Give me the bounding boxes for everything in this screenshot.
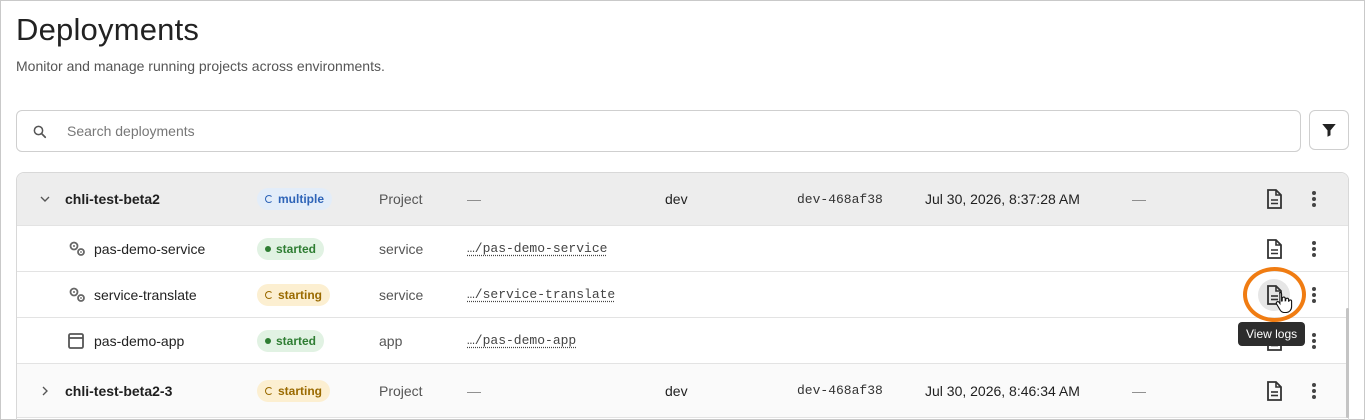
table-row[interactable]: service-translate starting service …/ser… <box>17 272 1348 318</box>
filter-icon <box>1322 124 1336 137</box>
deployment-id: dev-468af38 <box>797 383 883 398</box>
service-name[interactable]: pas-demo-service <box>94 226 205 271</box>
path-link[interactable]: …/pas-demo-app <box>467 318 576 363</box>
search-box[interactable] <box>16 110 1301 152</box>
env-value: dev <box>665 382 688 399</box>
table-row[interactable]: pas-demo-service started service …/pas-d… <box>17 226 1348 272</box>
path-link[interactable]: …/service-translate <box>467 272 615 317</box>
status-badge: starting <box>257 283 331 306</box>
scrollbar[interactable] <box>1346 308 1349 418</box>
page-title: Deployments <box>16 12 200 47</box>
deployment-id: dev-468af38 <box>797 191 883 207</box>
gears-icon <box>69 241 85 256</box>
gears-icon <box>69 287 85 302</box>
more-vertical-icon <box>1312 191 1316 207</box>
more-actions-button[interactable] <box>1302 375 1326 407</box>
timestamp: Jul 30, 2026, 8:37:28 AM <box>925 191 1080 207</box>
hand-cursor-icon <box>1275 291 1293 313</box>
more-actions-button[interactable] <box>1302 183 1326 215</box>
app-name[interactable]: pas-demo-app <box>94 318 184 363</box>
extra-value: — <box>1132 382 1146 399</box>
chevron-right-icon <box>42 386 48 395</box>
more-actions-button[interactable] <box>1302 325 1326 357</box>
service-name[interactable]: service-translate <box>94 272 197 317</box>
search-icon <box>33 125 47 139</box>
expand-toggle[interactable] <box>37 364 53 417</box>
chevron-down-icon <box>40 196 50 202</box>
filter-button[interactable] <box>1309 110 1349 150</box>
view-logs-button[interactable] <box>1258 233 1290 265</box>
status-dot-icon <box>265 245 271 252</box>
type-label: app <box>379 332 403 349</box>
view-logs-button[interactable] <box>1258 183 1290 215</box>
more-vertical-icon <box>1312 333 1316 349</box>
more-vertical-icon <box>1312 241 1316 257</box>
deployments-table: chli-test-beta2 multiple Project — dev d… <box>16 172 1349 420</box>
search-input[interactable] <box>67 111 1267 151</box>
path-value: — <box>467 382 481 399</box>
extra-value: — <box>1132 191 1146 207</box>
status-badge: multiple <box>257 188 333 210</box>
more-actions-button[interactable] <box>1302 279 1326 311</box>
table-row[interactable]: chli-test-beta2-3 starting Project — dev… <box>17 364 1348 418</box>
path-link[interactable]: …/pas-demo-service <box>467 226 607 271</box>
status-badge: started <box>257 237 325 260</box>
status-badge: started <box>257 329 325 352</box>
path-value: — <box>467 191 481 207</box>
page-subtitle: Monitor and manage running projects acro… <box>16 58 385 74</box>
window-icon <box>68 332 84 349</box>
expand-toggle[interactable] <box>37 173 53 225</box>
table-row[interactable]: pas-demo-app started app …/pas-demo-app <box>17 318 1348 364</box>
table-row[interactable]: chli-test-beta2 multiple Project — dev d… <box>17 173 1348 226</box>
status-dot-icon <box>265 337 271 344</box>
project-name[interactable]: chli-test-beta2 <box>65 173 160 225</box>
status-badge: starting <box>257 379 331 402</box>
type-label: Project <box>379 191 423 207</box>
view-logs-button[interactable] <box>1258 375 1290 407</box>
tooltip: View logs <box>1238 322 1306 346</box>
env-value: dev <box>665 191 688 207</box>
project-name[interactable]: chli-test-beta2-3 <box>65 364 172 417</box>
type-label: service <box>379 286 424 303</box>
more-vertical-icon <box>1312 383 1316 399</box>
timestamp: Jul 30, 2026, 8:46:34 AM <box>925 382 1080 399</box>
more-vertical-icon <box>1312 287 1316 303</box>
type-label: service <box>379 240 424 257</box>
document-icon <box>1267 381 1282 401</box>
spinner-icon <box>265 386 273 395</box>
more-actions-button[interactable] <box>1302 233 1326 265</box>
document-icon <box>1267 189 1282 209</box>
spinner-icon <box>265 290 273 299</box>
spinner-icon <box>265 195 273 203</box>
document-icon <box>1267 239 1282 259</box>
type-label: Project <box>379 382 423 399</box>
